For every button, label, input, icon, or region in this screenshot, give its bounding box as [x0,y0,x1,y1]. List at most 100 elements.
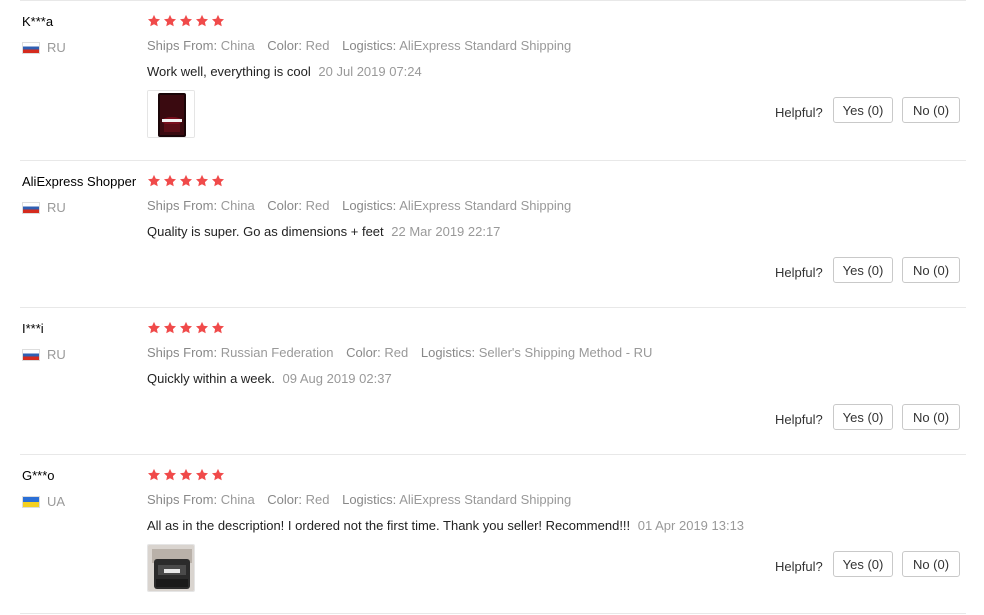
star-icon [147,14,161,27]
country-code: RU [47,40,66,55]
star-icon [147,174,161,187]
helpful-yes-button[interactable]: Yes (0) [833,551,893,577]
color-value: Red [305,38,330,53]
helpful-label: Helpful? [775,105,823,120]
helpful-label: Helpful? [775,412,823,427]
comment-text: Quickly within a week. [147,371,275,386]
review-date: 22 Mar 2019 22:17 [391,224,501,239]
color-value: Red [305,198,330,213]
reviewer-name: K***a [22,14,54,29]
order-info: Ships From: China Color: Red Logistics: … [147,198,580,213]
star-icon [163,14,177,27]
star-icon [211,321,225,334]
ships-from-label: Ships From: [147,198,218,213]
flag-ua-icon [22,495,40,508]
star-icon [195,321,209,334]
review-photo-thumbnail[interactable] [147,90,195,138]
star-icon [147,468,161,481]
star-icon [195,14,209,27]
review-date: 20 Jul 2019 07:24 [318,64,422,79]
reviewer-country: RU [22,200,66,215]
review-comment: All as in the description! I ordered not… [147,518,744,533]
country-code: RU [47,347,66,362]
ships-from-value: China [220,492,255,507]
helpful-label: Helpful? [775,265,823,280]
star-icon [163,174,177,187]
helpful-yes-button[interactable]: Yes (0) [833,97,893,123]
reviewer-country: UA [22,494,65,509]
flag-ru-icon [22,201,40,214]
reviewer-name: I***i [22,321,44,336]
star-icon [163,321,177,334]
color-label: Color: [346,345,381,360]
order-info: Ships From: China Color: Red Logistics: … [147,38,580,53]
star-icon [179,321,193,334]
star-icon [195,174,209,187]
review-item: I***i RU Ships From: Russian Federation … [0,307,984,454]
logistics-value: AliExpress Standard Shipping [399,492,572,507]
star-icon [179,174,193,187]
review-comment: Quality is super. Go as dimensions + fee… [147,224,500,239]
logistics-value: Seller's Shipping Method - RU [478,345,653,360]
star-icon [179,14,193,27]
ships-from-value: Russian Federation [220,345,334,360]
star-icon [147,321,161,334]
star-icon [195,468,209,481]
helpful-no-button[interactable]: No (0) [902,257,960,283]
color-label: Color: [267,38,302,53]
review-item: K***a RU Ships From: China Color: Red Lo… [0,0,984,160]
logistics-label: Logistics: [342,492,397,507]
star-rating [147,14,225,28]
logistics-label: Logistics: [342,38,397,53]
divider [20,613,966,614]
color-label: Color: [267,492,302,507]
helpful-no-button[interactable]: No (0) [902,404,960,430]
ships-from-value: China [220,38,255,53]
review-item: G***o UA Ships From: China Color: Red Lo… [0,454,984,615]
ships-from-value: China [220,198,255,213]
helpful-label: Helpful? [775,559,823,574]
ships-from-label: Ships From: [147,345,218,360]
star-rating [147,468,225,482]
review-list: K***a RU Ships From: China Color: Red Lo… [0,0,984,615]
star-rating [147,321,225,335]
helpful-no-button[interactable]: No (0) [902,551,960,577]
country-code: UA [47,494,66,509]
color-value: Red [305,492,330,507]
star-icon [211,174,225,187]
flag-ru-icon [22,41,40,54]
flag-ru-icon [22,348,40,361]
review-comment: Work well, everything is cool 20 Jul 201… [147,64,422,79]
country-code: RU [47,200,66,215]
comment-text: Quality is super. Go as dimensions + fee… [147,224,384,239]
logistics-label: Logistics: [342,198,397,213]
helpful-yes-button[interactable]: Yes (0) [833,257,893,283]
ships-from-label: Ships From: [147,38,218,53]
reviewer-name: G***o [22,468,55,483]
ships-from-label: Ships From: [147,492,218,507]
logistics-label: Logistics: [420,345,476,360]
helpful-no-button[interactable]: No (0) [902,97,960,123]
star-icon [179,468,193,481]
review-item: AliExpress Shopper RU Ships From: China … [0,160,984,307]
order-info: Ships From: Russian Federation Color: Re… [147,345,661,360]
reviewer-name: AliExpress Shopper [22,174,137,189]
star-icon [211,14,225,27]
color-label: Color: [267,198,302,213]
comment-text: All as in the description! I ordered not… [147,518,631,533]
review-date: 01 Apr 2019 13:13 [637,518,745,533]
reviewer-country: RU [22,347,66,362]
logistics-value: AliExpress Standard Shipping [399,38,572,53]
comment-text: Work well, everything is cool [147,64,311,79]
review-photo-thumbnail[interactable] [147,544,195,592]
review-comment: Quickly within a week. 09 Aug 2019 02:37 [147,371,392,386]
order-info: Ships From: China Color: Red Logistics: … [147,492,580,507]
helpful-yes-button[interactable]: Yes (0) [833,404,893,430]
reviewer-country: RU [22,40,66,55]
star-rating [147,174,225,188]
review-date: 09 Aug 2019 02:37 [282,371,392,386]
star-icon [163,468,177,481]
star-icon [211,468,225,481]
color-value: Red [384,345,409,360]
logistics-value: AliExpress Standard Shipping [399,198,572,213]
